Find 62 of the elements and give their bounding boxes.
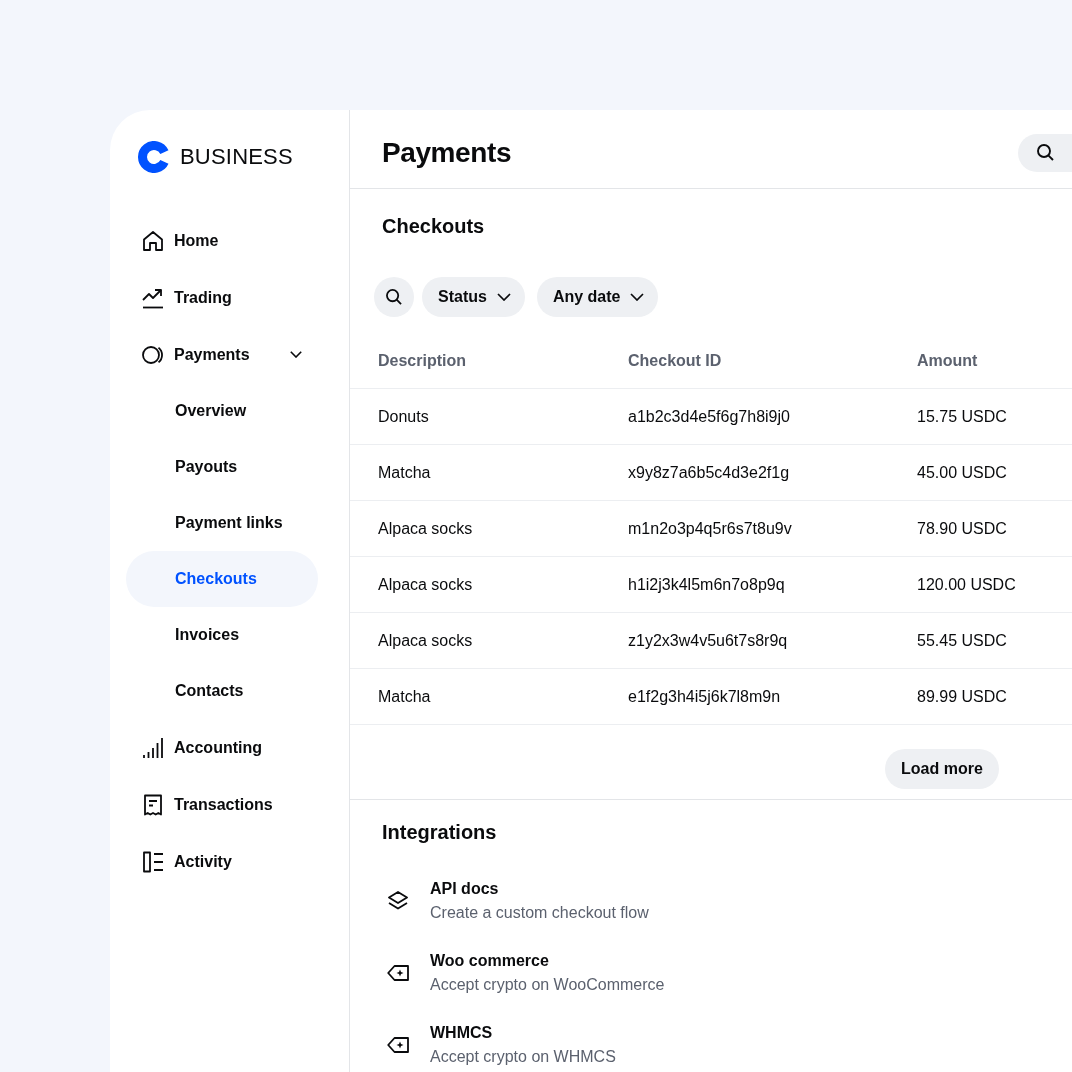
page-title: Payments (382, 136, 512, 170)
table-cell-text: h1i2j3k4l5m6n7o8p9q (628, 574, 786, 595)
table-cell-text: x9y8z7a6b5c4d3e2f1g (628, 462, 791, 483)
load-more-button[interactable]: Load more (885, 749, 999, 789)
nav-item[interactable]: Transactions (126, 776, 318, 833)
integration-description: Accept crypto on WHMCS (430, 1047, 616, 1067)
integration-title[interactable]: Woo commerce (430, 951, 665, 971)
trend-chart-icon (142, 286, 164, 309)
nav-item[interactable]: Payments (126, 326, 318, 383)
table-cell-text: a1b2c3d4e5f6g7h8i9j0 (628, 406, 791, 427)
table-cell-text: Matcha (378, 686, 432, 707)
search-icon (386, 289, 402, 305)
integration-title[interactable]: API docs (430, 879, 649, 899)
table-cell-text: 78.90 USDC (917, 518, 1008, 539)
search-icon (1037, 144, 1054, 161)
circle-arc-icon (142, 343, 164, 366)
nav-subitem[interactable]: Payment links (126, 495, 318, 551)
filter-dropdown[interactable]: Any date (536, 277, 659, 317)
receipt-icon (142, 793, 164, 816)
nav-subitem[interactable]: Contacts (126, 663, 318, 719)
table-cell-text: 89.99 USDC (917, 686, 1008, 707)
nav-item[interactable]: Activity (126, 833, 318, 890)
table-cell-text: Donuts (378, 406, 430, 427)
table-cell-text: e1f2g3h4i5j6k7l8m9n (628, 686, 782, 707)
list-icon (142, 850, 164, 873)
section-title: Checkouts (381, 214, 486, 239)
table-cell-text: Matcha (378, 462, 432, 483)
section-title: Integrations (381, 820, 498, 845)
table-cell-text: Alpaca socks (378, 518, 474, 539)
column-header: Description (378, 351, 467, 371)
layers-icon (387, 891, 409, 911)
chevron-down-icon (496, 293, 511, 301)
house-icon (142, 229, 164, 252)
logo-icon (138, 141, 170, 173)
nav-subitem[interactable]: Invoices (126, 607, 318, 663)
nav-subitem[interactable]: Overview (126, 383, 318, 439)
table-cell-text: 120.00 USDC (917, 574, 1017, 595)
nav-item[interactable]: Home (126, 212, 318, 269)
sparkle-tag-icon (387, 964, 409, 982)
table-cell-text: Alpaca socks (378, 574, 474, 595)
table-cell-text: m1n2o3p4q5r6s7t8u9v (628, 518, 793, 539)
table-cell-text: 15.75 USDC (917, 406, 1008, 427)
table-cell-text: 45.00 USDC (917, 462, 1008, 483)
integration-description: Create a custom checkout flow (430, 903, 649, 923)
chevron-down-icon (630, 293, 645, 301)
bar-chart-icon (142, 736, 164, 759)
search-button[interactable] (374, 277, 414, 317)
chevron-icon[interactable] (290, 351, 302, 358)
filter-dropdown[interactable]: Status (422, 277, 525, 317)
nav-subitem[interactable]: Checkouts (126, 551, 318, 607)
integration-description: Accept crypto on WooCommerce (430, 975, 665, 995)
logo-text: BUSINESS (180, 144, 293, 170)
nav-subitem[interactable]: Payouts (126, 439, 318, 495)
sparkle-tag-icon (387, 1036, 409, 1054)
nav-item[interactable]: Accounting (126, 719, 318, 776)
nav-item[interactable]: Trading (126, 269, 318, 326)
integration-title[interactable]: WHMCS (430, 1023, 616, 1043)
table-cell-text: 55.45 USDC (917, 630, 1008, 651)
column-header: Checkout ID (628, 351, 723, 371)
column-header: Amount (917, 351, 979, 371)
table-cell-text: Alpaca socks (378, 630, 474, 651)
table-cell-text: z1y2x3w4v5u6t7s8r9q (628, 630, 789, 651)
